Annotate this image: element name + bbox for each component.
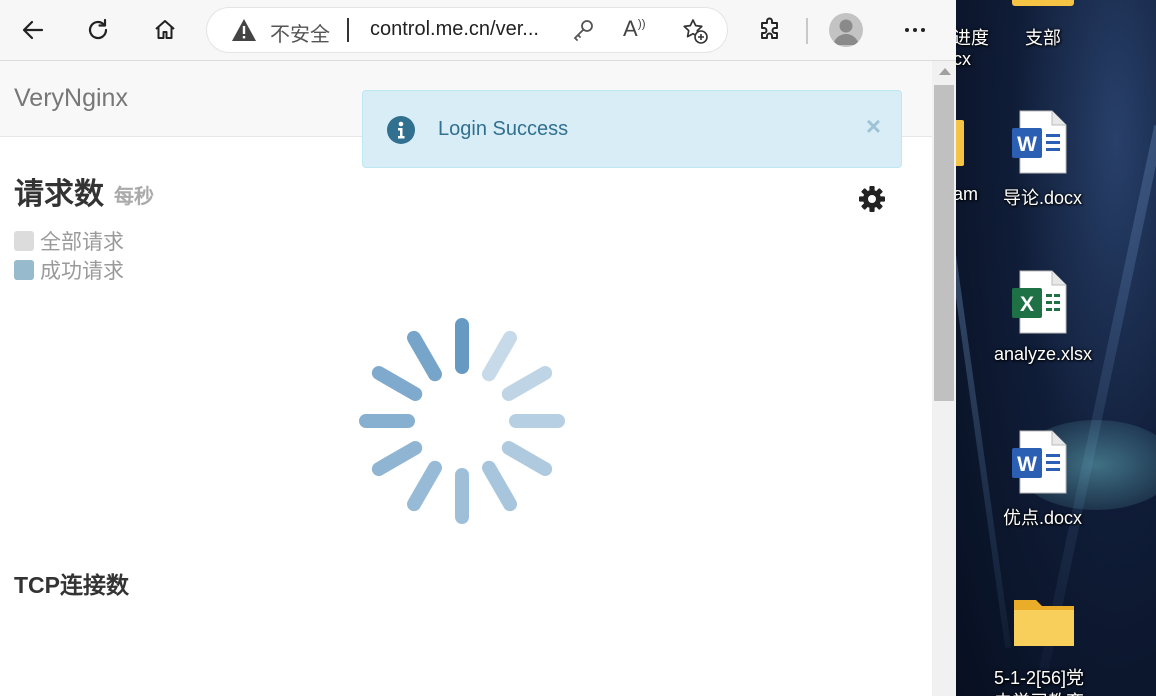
home-button[interactable] (147, 12, 183, 48)
more-dots-icon (905, 28, 925, 32)
requests-panel-subtitle: 每秒 (114, 186, 154, 208)
address-bar[interactable]: 不安全 control.me.cn/ver... A)) (207, 8, 727, 52)
user-icon (833, 19, 859, 45)
spinner-spoke (359, 414, 415, 428)
address-divider (347, 18, 349, 42)
key-icon[interactable] (571, 18, 595, 42)
excel-icon[interactable]: X (1012, 270, 1068, 334)
spinner-spoke (407, 460, 442, 512)
folder-icon[interactable] (956, 120, 964, 166)
add-favorite-icon[interactable] (681, 17, 709, 45)
desktop-item-label[interactable]: 5-1-2[56]党 (994, 664, 1084, 690)
folder-icon[interactable] (1012, 594, 1076, 648)
svg-text:X: X (1020, 293, 1034, 316)
legend-swatch (14, 231, 34, 251)
back-button[interactable] (15, 12, 51, 48)
desktop-background: 进度 cx am 支部 W 导论.docx X analyze.xlsx W 优… (956, 0, 1156, 696)
spinner-spoke (509, 414, 565, 428)
spinner-spoke (501, 366, 553, 401)
desktop-item-label[interactable]: am (956, 184, 978, 205)
refresh-icon (88, 18, 108, 40)
extensions-button[interactable] (752, 12, 788, 48)
browser-window: 不安全 control.me.cn/ver... A)) VeryNginx L… (0, 0, 956, 696)
desktop-item-label[interactable]: 支部 (1025, 24, 1061, 50)
wallpaper-streak (956, 231, 1012, 649)
spinner-spoke (371, 366, 423, 401)
word-icon[interactable]: W (1012, 430, 1068, 494)
page-scrollbar[interactable] (932, 61, 956, 696)
svg-text:W: W (1017, 453, 1037, 476)
spinner-spoke (407, 330, 442, 382)
toolbar-divider (806, 18, 808, 44)
spinner-spoke (371, 441, 423, 476)
settings-gear-icon[interactable] (858, 185, 886, 213)
scroll-up-arrow[interactable] (939, 68, 951, 75)
folder-icon[interactable] (1012, 0, 1074, 6)
spinner-spoke (482, 330, 517, 382)
scroll-thumb[interactable] (934, 85, 954, 401)
legend-label: 成功请求 (40, 260, 124, 283)
security-status-text[interactable]: 不安全 (270, 18, 330, 47)
spinner-spoke (455, 318, 469, 374)
spinner-spoke (455, 468, 469, 524)
legend-item-success-requests[interactable]: 成功请求 (14, 258, 124, 283)
spinner-spoke (482, 460, 517, 512)
info-icon (387, 116, 415, 144)
alert-close-button[interactable]: × (866, 111, 881, 142)
legend-item-all-requests[interactable]: 全部请求 (14, 229, 124, 254)
word-icon[interactable]: W (1012, 110, 1068, 174)
more-menu-button[interactable] (897, 12, 933, 48)
desktop-item-label[interactable]: 进度 (956, 24, 989, 50)
loading-spinner (359, 318, 565, 524)
spinner-spoke (501, 441, 553, 476)
brand-link[interactable]: VeryNginx (14, 84, 128, 113)
legend-label: 全部请求 (40, 231, 124, 254)
desktop-item-label[interactable]: 史学习教育 (994, 688, 1084, 696)
warning-icon[interactable] (231, 18, 257, 42)
url-text[interactable]: control.me.cn/ver... (370, 18, 539, 41)
svg-text:W: W (1017, 133, 1037, 156)
desktop-item-label[interactable]: analyze.xlsx (994, 344, 1092, 365)
requests-panel-title: 请求数 (14, 178, 104, 211)
browser-toolbar: 不安全 control.me.cn/ver... A)) (0, 0, 956, 61)
home-icon (155, 20, 175, 39)
page-content: VeryNginx Login Success × 请求数 每秒 全部请求 成功… (0, 61, 932, 696)
read-aloud-icon[interactable]: A)) (623, 16, 646, 42)
desktop-item-label[interactable]: 导论.docx (1003, 184, 1082, 210)
login-alert: Login Success × (362, 90, 902, 168)
profile-avatar[interactable] (829, 13, 863, 47)
legend-swatch (14, 260, 34, 280)
refresh-button[interactable] (80, 12, 116, 48)
tcp-panel-title: TCP连接数 (14, 572, 129, 598)
alert-message: Login Success (438, 118, 569, 140)
back-arrow-icon (22, 20, 44, 40)
desktop-item-label[interactable]: cx (956, 49, 971, 70)
puzzle-piece-icon (761, 17, 778, 39)
desktop-item-label[interactable]: 优点.docx (1003, 504, 1082, 530)
